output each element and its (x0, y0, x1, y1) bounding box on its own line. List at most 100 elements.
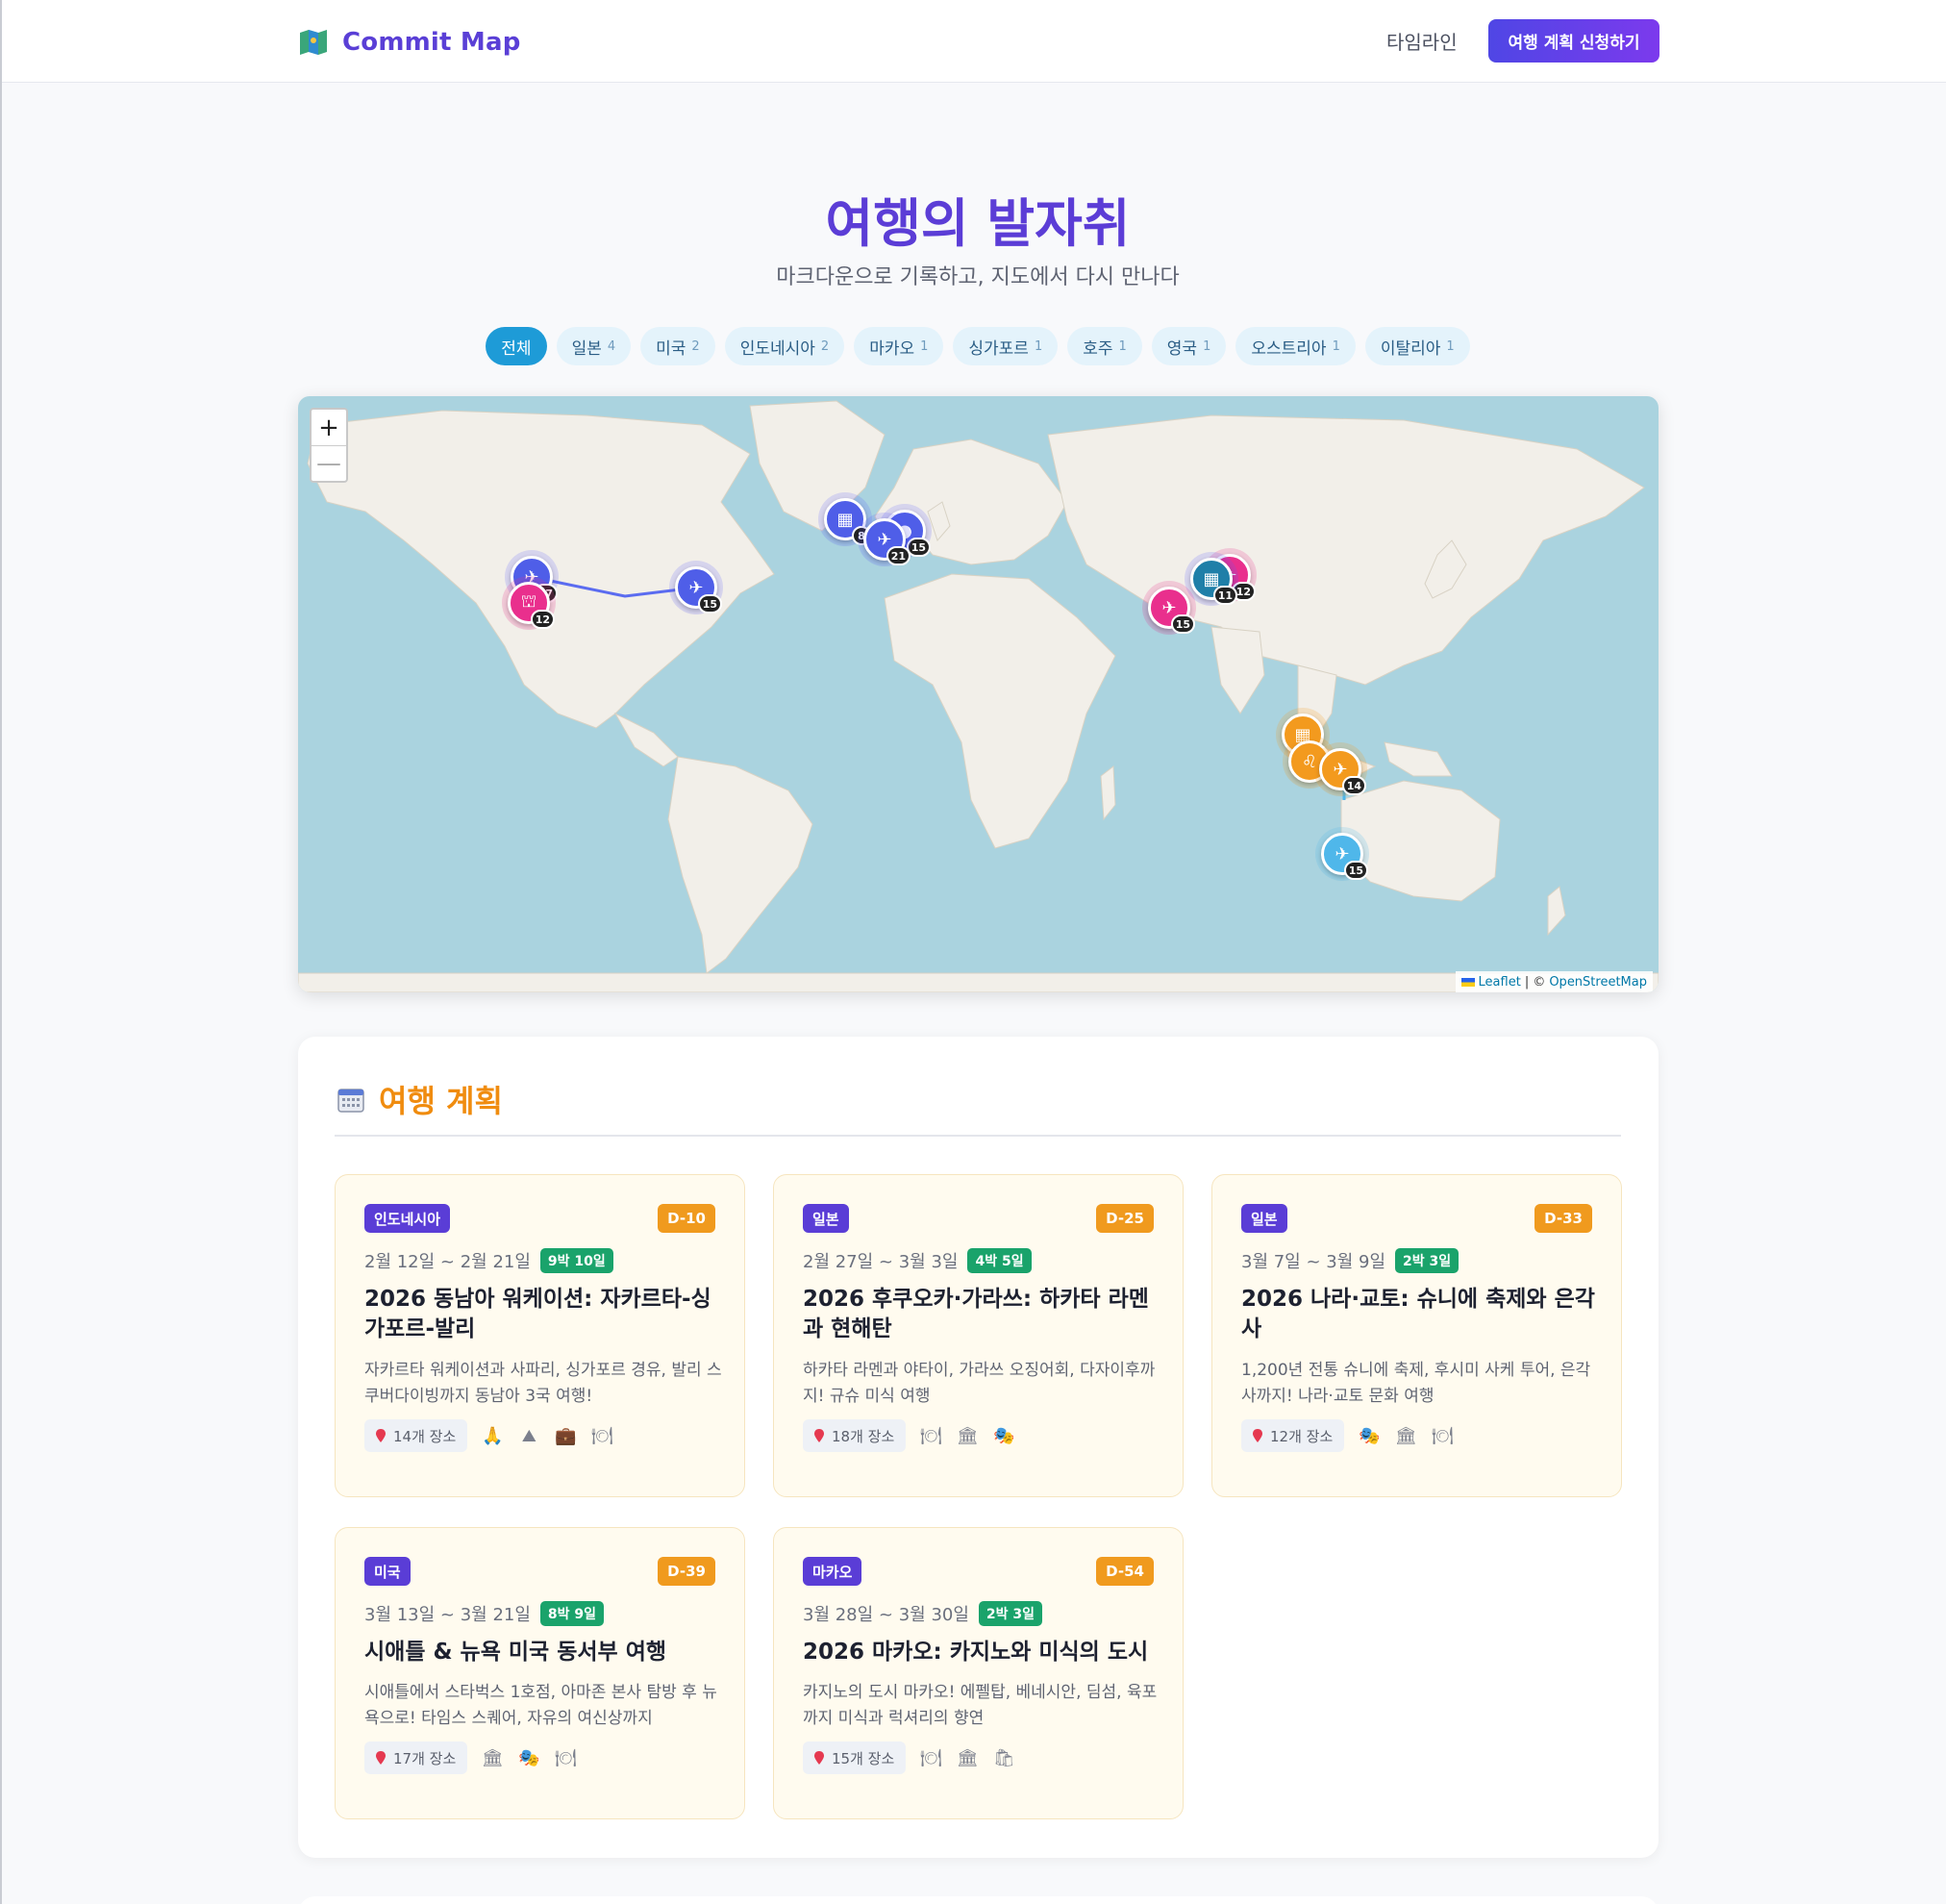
map-marker-london[interactable]: ▦ 8 (824, 498, 871, 545)
plan-description: 카지노의 도시 마카오! 에펠탑, 베네시안, 딤섬, 육포까지 미식과 럭셔리… (803, 1683, 1158, 1728)
zoom-in-button[interactable]: + (312, 410, 346, 445)
nature-icon: ⛰ (521, 1425, 536, 1446)
filter-chip-indonesia[interactable]: 인도네시아 2 (724, 327, 845, 365)
map-icon (300, 30, 327, 55)
dday-badge: D-54 (1096, 1557, 1154, 1586)
plans-header: 여행 계획 (337, 1077, 503, 1121)
page-subtitle: 마크다운으로 기록하고, 지도에서 다시 만나다 (776, 265, 1180, 289)
plan-meta: 18개 장소 🍽 🏛 🎭 (803, 1419, 1015, 1452)
filter-chip-all[interactable]: 전체 (486, 327, 547, 365)
zoom-out-button[interactable]: — (312, 445, 346, 481)
pin-icon (1253, 1429, 1262, 1442)
filter-chip-singapore[interactable]: 싱가포르 1 (953, 327, 1059, 365)
filter-chip-count: 1 (1332, 338, 1340, 354)
places-count-label: 15개 장소 (832, 1749, 895, 1767)
plan-card[interactable]: 일본 D-33 3월 7일 ~ 3월 9일 2박 3일 2026 나라·교토: … (1211, 1174, 1622, 1497)
date-row: 3월 13일 ~ 3월 21일 8박 9일 (364, 1601, 605, 1626)
plan-description: 하카타 라멘과 야타이, 가라쓰 오징어회, 다자이후까지! 규슈 미식 여행 (803, 1361, 1156, 1406)
world-map[interactable]: + — ✈ 17 ⛫ 12 ✈ 15 ▦ 8 ● 15 ✈ 21 ✈ 12 ▦ … (298, 396, 1659, 992)
dining-icon: 🍽 (1431, 1425, 1454, 1446)
plane-icon: ✈ (1335, 843, 1350, 864)
building-icon: ▦ (1203, 568, 1220, 589)
theater-icon: 🎭 (518, 1747, 540, 1768)
brand-link[interactable]: Commit Map (298, 23, 521, 62)
country-badge: 마카오 (803, 1557, 862, 1586)
dining-icon: 🍽 (919, 1425, 942, 1446)
openstreetmap-link[interactable]: OpenStreetMap (1549, 975, 1647, 990)
dining-icon: 🍽 (554, 1747, 577, 1768)
plan-meta: 12개 장소 🎭 🏛 🍽 (1241, 1419, 1454, 1452)
filter-chip-usa[interactable]: 미국 2 (640, 327, 715, 365)
filter-chip-italy[interactable]: 이탈리아 1 (1364, 327, 1470, 365)
travel-plans-section: 여행 계획 인도네시아 D-10 2월 12일 ~ 2월 21일 9박 10일 … (298, 1037, 1659, 1858)
plan-title: 2026 나라·교토: 슈니에 축제와 은각사 (1241, 1287, 1595, 1341)
filter-chip-label: 미국 (656, 338, 686, 359)
date-row: 3월 28일 ~ 3월 30일 2박 3일 (803, 1601, 1043, 1626)
date-range: 2월 27일 ~ 3월 3일 (803, 1252, 959, 1272)
duration-badge: 2박 3일 (1395, 1248, 1460, 1273)
plan-card[interactable]: 인도네시아 D-10 2월 12일 ~ 2월 21일 9박 10일 2026 동… (335, 1174, 745, 1497)
date-range: 3월 7일 ~ 3월 9일 (1241, 1252, 1386, 1272)
date-range: 3월 13일 ~ 3월 21일 (364, 1605, 531, 1625)
country-badge: 일본 (1241, 1204, 1287, 1233)
pin-icon (814, 1429, 824, 1442)
filter-chip-count: 1 (1203, 338, 1211, 354)
map-attribution: Leaflet | © OpenStreetMap (1455, 971, 1653, 992)
places-count: 15개 장소 (803, 1741, 907, 1774)
country-badge: 미국 (364, 1557, 411, 1586)
filter-chip-count: 1 (1034, 338, 1043, 354)
map-marker-newyork[interactable]: ✈ 15 (675, 566, 722, 614)
pin-icon (376, 1751, 386, 1765)
places-count-label: 18개 장소 (832, 1427, 895, 1445)
shopping-icon: 🛍 (992, 1747, 1015, 1768)
calendar-icon (337, 1089, 364, 1113)
duration-badge: 8박 9일 (539, 1601, 605, 1626)
map-marker-sanfrancisco[interactable]: ⛫ 12 (508, 582, 555, 629)
plan-title: 2026 동남아 워케이션: 자카르타-싱가포르-발리 (364, 1287, 711, 1341)
map-marker-macau[interactable]: ✈ 15 (1148, 587, 1195, 634)
filter-chip-uk[interactable]: 영국 1 (1151, 327, 1227, 365)
map-marker-perth[interactable]: ✈ 15 (1321, 833, 1368, 880)
filter-chip-count: 2 (691, 338, 700, 354)
plane-icon: ✈ (688, 577, 704, 598)
filter-chip-australia[interactable]: 호주 1 (1067, 327, 1142, 365)
next-section-edge (298, 1896, 1659, 1904)
map-tiles[interactable] (298, 396, 1659, 992)
filter-chip-label: 싱가포르 (968, 338, 1029, 359)
plan-card[interactable]: 미국 D-39 3월 13일 ~ 3월 21일 8박 9일 시애틀 & 뉴욕 미… (335, 1527, 745, 1819)
country-filter-chips: 전체 일본 4 미국 2 인도네시아 2 마카오 1 싱가포르 1 호주 1 영… (2, 327, 1946, 365)
places-count-label: 14개 장소 (393, 1427, 457, 1445)
filter-chip-macau[interactable]: 마카오 1 (854, 327, 944, 365)
duration-badge: 9박 10일 (539, 1248, 613, 1273)
museum-icon: 🏛 (1394, 1425, 1417, 1446)
map-zoom-control: + — (310, 408, 348, 483)
plan-title: 시애틀 & 뉴욕 미국 동서부 여행 (364, 1640, 667, 1665)
places-count: 18개 장소 (803, 1419, 907, 1452)
nav-timeline-link[interactable]: 타임라인 (1386, 27, 1458, 55)
leaflet-link[interactable]: Leaflet (1479, 975, 1521, 990)
lion-icon: ♌ (1301, 751, 1318, 772)
building-icon: ▦ (836, 509, 854, 530)
plane-icon: ✈ (1161, 597, 1177, 618)
filter-chip-japan[interactable]: 일본 4 (556, 327, 632, 365)
map-marker-japan-1[interactable]: ▦ 11 (1190, 558, 1237, 605)
filter-chip-count: 4 (607, 338, 616, 354)
pin-icon (376, 1429, 386, 1442)
plan-meta: 14개 장소 🙏 ⛰ 💼 🍽 (364, 1419, 613, 1452)
travel-plan-request-button[interactable]: 여행 계획 신청하기 (1488, 19, 1659, 63)
map-marker-italy[interactable]: ✈ 21 (863, 518, 911, 565)
plan-description: 1,200년 전통 슈니에 축제, 후시미 사케 투어, 은각사까지! 나라·교… (1241, 1361, 1591, 1406)
duration-badge: 2박 3일 (978, 1601, 1043, 1626)
plan-card[interactable]: 일본 D-25 2월 27일 ~ 3월 3일 4박 5일 2026 후쿠오카·가… (773, 1174, 1184, 1497)
museum-icon: 🏛 (956, 1425, 979, 1446)
plan-card[interactable]: 마카오 D-54 3월 28일 ~ 3월 30일 2박 3일 2026 마카오:… (773, 1527, 1184, 1819)
filter-chip-count: 1 (920, 338, 929, 354)
filter-chip-austria[interactable]: 오스트리아 1 (1235, 327, 1356, 365)
map-marker-bali[interactable]: ✈ 14 (1319, 748, 1366, 795)
plans-title: 여행 계획 (379, 1083, 503, 1119)
filter-chip-count: 1 (1118, 338, 1127, 354)
filter-chip-count: 1 (1446, 338, 1455, 354)
marker-count-badge: 15 (1170, 614, 1195, 634)
theater-icon: 🎭 (993, 1425, 1015, 1446)
museum-icon: 🏛 (956, 1747, 979, 1768)
